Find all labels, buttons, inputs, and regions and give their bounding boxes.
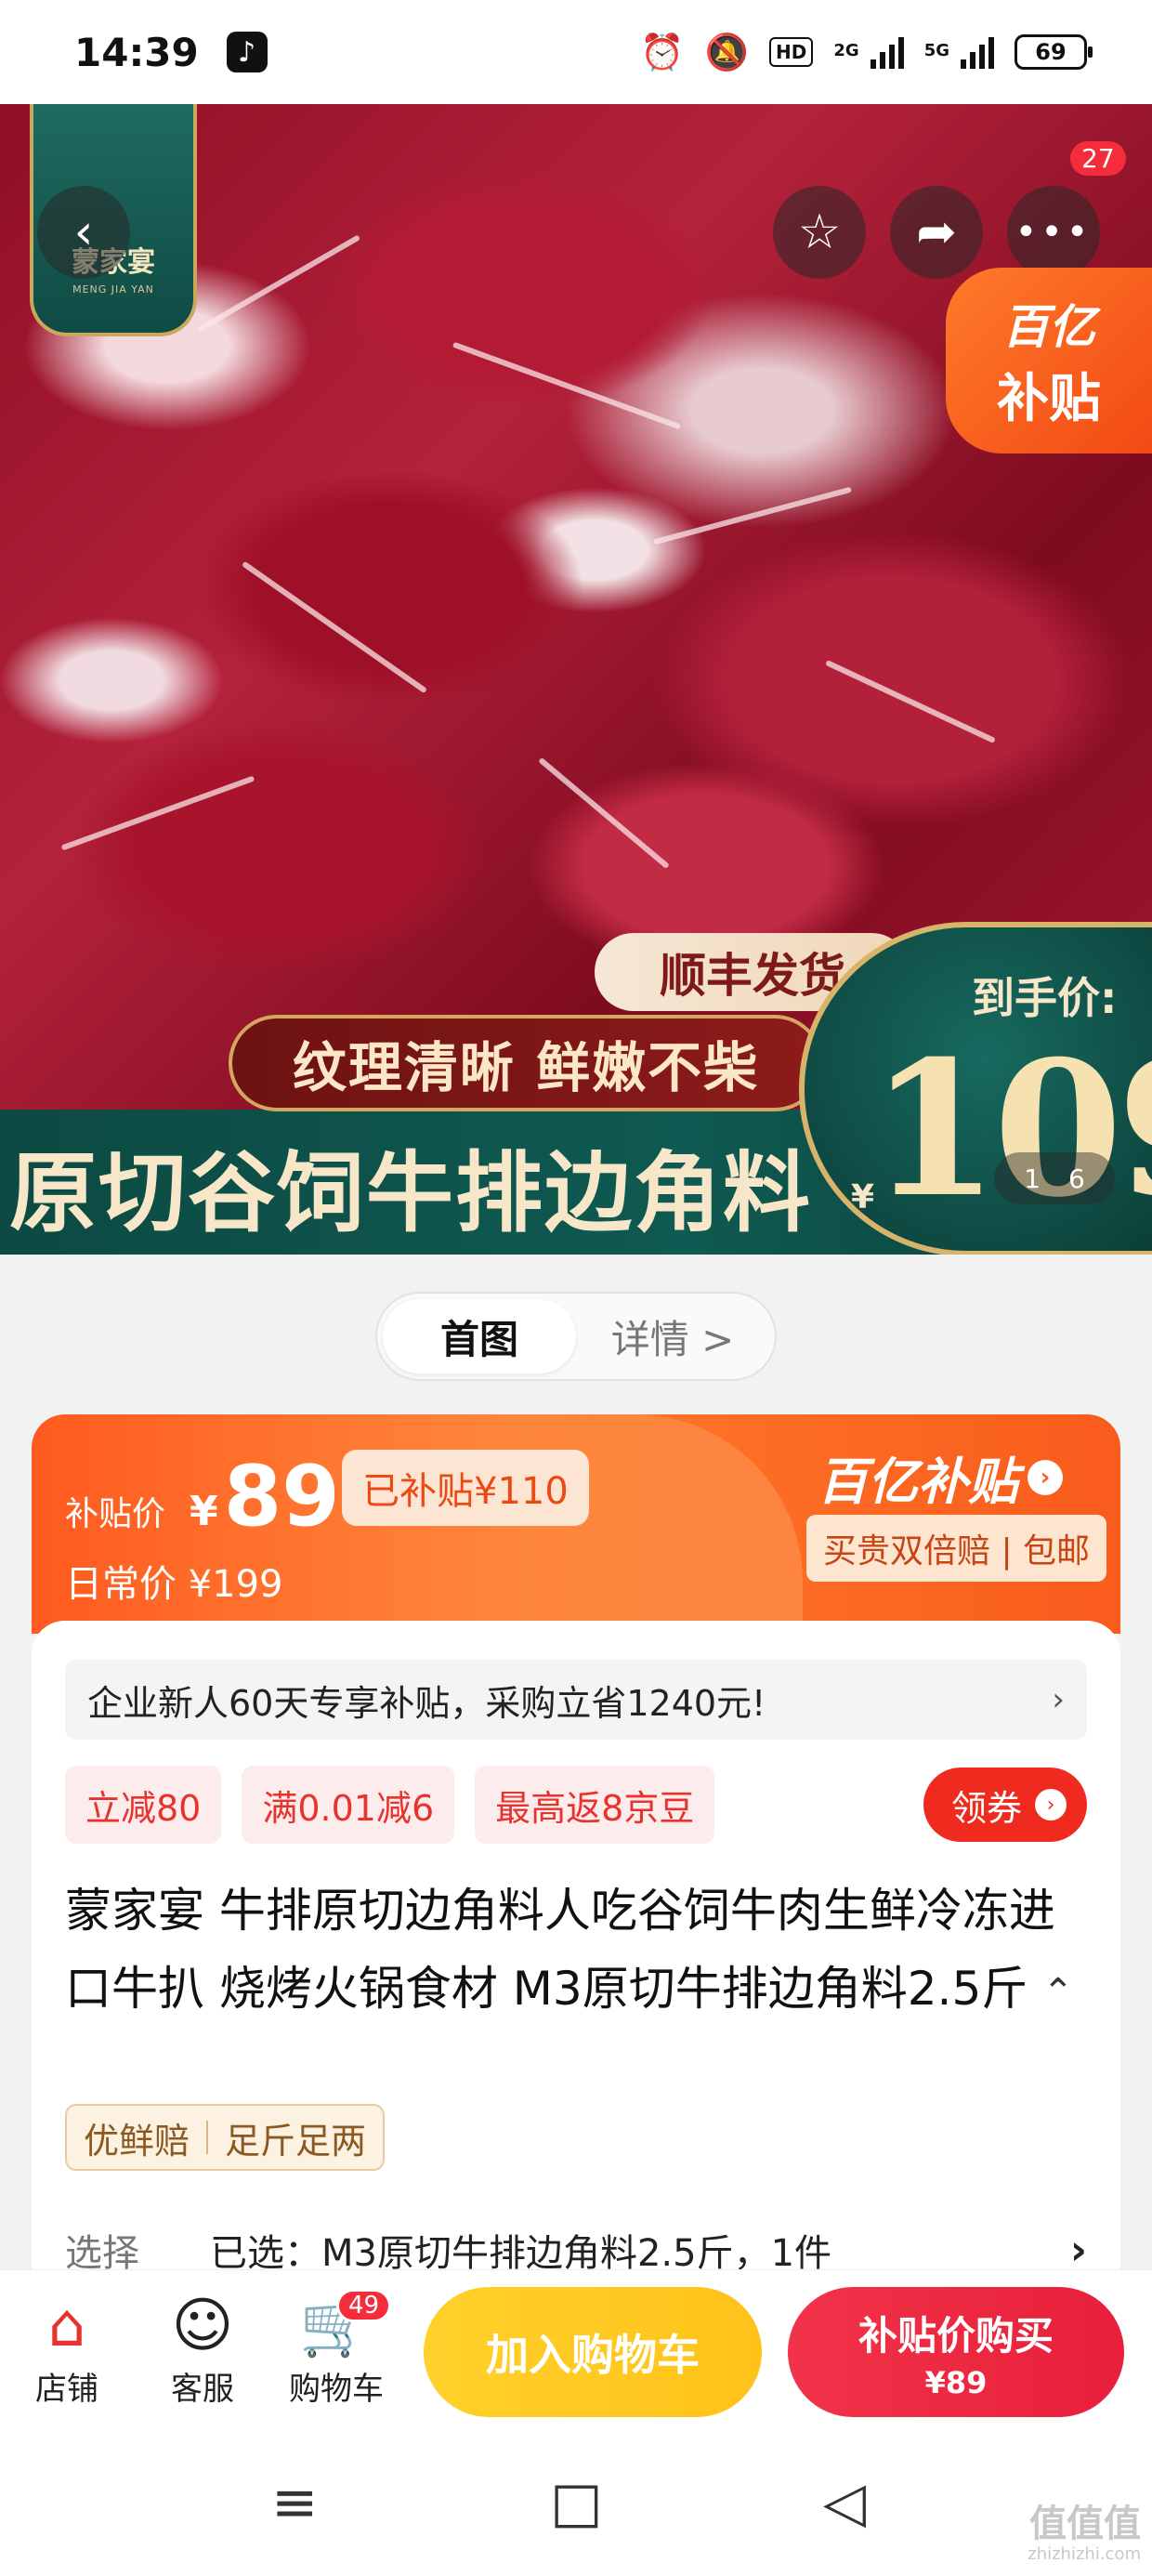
hero-price-label: 到手价: [972, 973, 1118, 1023]
subsidized-amount-tag: 已补贴¥110 [342, 1450, 589, 1526]
marbling-decor [241, 560, 428, 694]
customer-service-button[interactable]: ☺ 客服 [147, 2289, 258, 2409]
tab-details[interactable]: 详情 > [576, 1299, 769, 1373]
bottom-action-bar: ⌂ 店铺 ☺ 客服 🛒 49 购物车 加入购物车 补贴价购买 ¥89 [0, 2269, 1152, 2433]
hero-price-value: 109 [870, 1020, 1152, 1239]
more-button[interactable]: ••• [1007, 186, 1100, 279]
enterprise-promo-bar[interactable]: 企业新人60天专享补贴，采购立省1240元! › [65, 1660, 1087, 1740]
recent-apps-button[interactable]: ≡ [271, 2470, 318, 2535]
chevron-right-icon: › [1069, 2226, 1087, 2274]
coupon-row: 立减80 满0.01减6 最高返8京豆 领券 › [65, 1766, 1087, 1844]
product-info-card: 企业新人60天专享补贴，采购立省1240元! › 立减80 满0.01减6 最高… [32, 1621, 1120, 2290]
marbling-decor [60, 775, 255, 851]
network-label-1: 2G [833, 40, 859, 60]
store-button[interactable]: ⌂ 店铺 [11, 2289, 123, 2409]
cart-button[interactable]: 🛒 49 购物车 [281, 2289, 392, 2409]
signal-icon-2 [961, 35, 994, 69]
hd-badge: HD [769, 37, 814, 67]
image-page-indicator: 1 6 [994, 1152, 1115, 1204]
service-tag: 优鲜赔 [84, 2120, 190, 2162]
message-count-badge: 27 [1070, 141, 1126, 176]
back-button[interactable]: ‹ [37, 186, 130, 279]
alarm-icon: ⏰ [640, 31, 685, 72]
guarantee-tag: 买贵双倍赔 | 包邮 [806, 1515, 1107, 1582]
hero-price-badge: 到手价: 109 ¥ [799, 922, 1152, 1255]
subsidy-corner-badge: 百亿 补贴 [946, 268, 1152, 453]
promo-text: 企业新人60天专享补贴，采购立省1240元! [87, 1682, 766, 1724]
marbling-decor [452, 341, 682, 430]
cart-count-badge: 49 [336, 2289, 392, 2322]
status-bar: 14:39 ♪ ⏰ 🔕 HD 2G 5G 69 [0, 0, 1152, 104]
subsidy-price-value: ¥89 [190, 1448, 340, 1545]
system-nav-bar: ≡ □ ◁ 值值值 zhizhizhi.com [0, 2433, 1152, 2576]
marbling-decor [825, 660, 996, 743]
get-coupon-button[interactable]: 领券 › [923, 1768, 1087, 1842]
coupon-tag[interactable]: 立减80 [65, 1766, 222, 1844]
battery-icon: 69 [1015, 34, 1093, 70]
chat-smile-icon: ☺ [171, 2292, 234, 2360]
store-icon: ⌂ [47, 2292, 86, 2360]
marbling-decor [196, 234, 361, 333]
service-tag: 足斤足两 [225, 2120, 367, 2162]
subsidy-price-label: 补贴价 [65, 1495, 166, 1533]
image-tab-switch: 首图 详情 > [375, 1292, 777, 1381]
product-title: 蒙家宴 牛排原切边角料人吃谷饲牛肉生鲜冷冻进口牛扒 烧烤火锅食材 M3原切牛排边… [65, 1884, 1074, 2016]
collapse-icon[interactable]: ⌃ [1042, 1971, 1074, 2014]
hero-title: 原切谷饲牛排边角料 [9, 1143, 813, 1244]
product-hero-image[interactable]: 蒙家宴 MENG JIA YAN ‹ ☆ ➦ ••• 27 百亿 补贴 顺丰发货… [0, 104, 1152, 1255]
favorite-button[interactable]: ☆ [773, 186, 866, 279]
slogan-tag: 纹理清晰 鲜嫩不柴 [229, 1015, 823, 1111]
coupon-tag[interactable]: 满0.01减6 [242, 1766, 455, 1844]
share-button[interactable]: ➦ [890, 186, 983, 279]
daily-price: 日常价 ¥199 [65, 1563, 283, 1606]
mute-icon: 🔕 [704, 31, 750, 72]
marbling-decor [538, 756, 670, 870]
tab-main-image[interactable]: 首图 [383, 1299, 576, 1373]
buy-now-button[interactable]: 补贴价购买 ¥89 [788, 2287, 1124, 2417]
chevron-right-icon: › [1028, 1459, 1063, 1495]
watermark: 值值值 zhizhizhi.com [1028, 2503, 1141, 2564]
signal-icon [870, 35, 904, 69]
hero-price-yen: ¥ [851, 1178, 875, 1216]
status-icons: ⏰ 🔕 HD 2G 5G 69 [640, 31, 1093, 73]
marbling-decor [652, 486, 853, 545]
subsidy-price-banner[interactable]: 补贴价 ¥89 已补贴¥110 日常价 ¥199 百亿补贴 › 买贵双倍赔 | 包… [32, 1414, 1120, 1634]
star-icon: ☆ [797, 204, 842, 260]
more-dots-icon: ••• [1015, 211, 1093, 254]
status-time: 14:39 [74, 29, 199, 75]
subsidy-logo[interactable]: 百亿补贴 › [818, 1440, 1063, 1514]
coupon-tag[interactable]: 最高返8京豆 [475, 1766, 715, 1844]
service-tags[interactable]: 优鲜赔 足斤足两 [65, 2104, 386, 2171]
tiktok-icon: ♪ [226, 32, 268, 72]
chevron-left-icon: ‹ [73, 204, 94, 260]
chevron-right-icon: › [1052, 1681, 1065, 1718]
share-icon: ➦ [916, 204, 957, 260]
network-label-2: 5G [923, 40, 949, 60]
add-to-cart-button[interactable]: 加入购物车 [424, 2287, 762, 2417]
system-back-button[interactable]: ◁ [823, 2470, 866, 2535]
chevron-right-icon: › [1035, 1789, 1067, 1820]
home-button[interactable]: □ [550, 2470, 603, 2535]
